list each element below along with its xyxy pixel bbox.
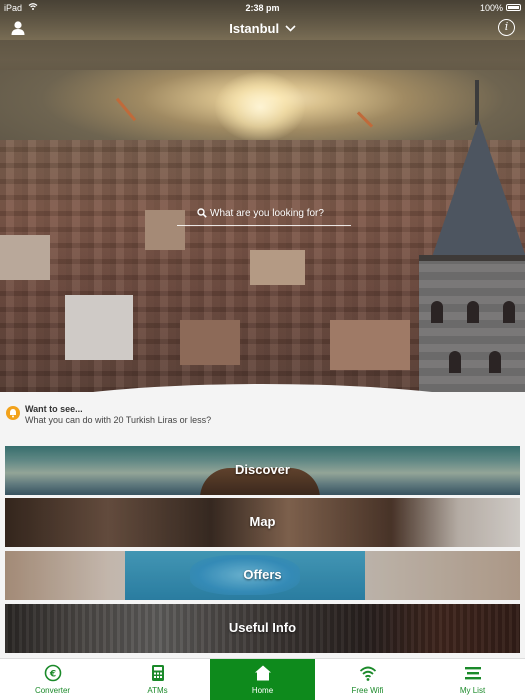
banner-title: Want to see... <box>25 404 83 414</box>
galata-tower <box>413 80 525 392</box>
hero-building <box>250 250 305 285</box>
useful-info-card[interactable]: Useful Info <box>5 604 520 653</box>
tab-label: ATMs <box>147 686 168 695</box>
hero-sun-glow <box>215 72 305 142</box>
hero-image <box>0 0 525 392</box>
list-icon <box>465 667 481 680</box>
search-placeholder: What are you looking for? <box>210 208 324 219</box>
status-bar: iPad 2:38 pm 100% <box>0 0 525 16</box>
tab-label: Converter <box>34 686 71 695</box>
top-bar: Istanbul i <box>0 18 525 40</box>
info-icon: i <box>504 20 509 33</box>
offers-card[interactable]: Offers <box>5 551 520 600</box>
tower-body <box>419 255 525 392</box>
status-time: 2:38 pm <box>245 3 280 13</box>
battery-icon <box>506 4 521 11</box>
tab-label: Free Wifi <box>351 686 384 695</box>
offers-label: Offers <box>243 567 282 582</box>
want-to-see-banner[interactable]: Want to see... What you can do with 20 T… <box>0 400 525 432</box>
calculator-icon <box>152 665 164 681</box>
bell-icon <box>6 406 20 420</box>
tower-spire <box>475 80 479 125</box>
tower-roof <box>431 120 525 260</box>
tower-window <box>467 301 479 323</box>
map-card[interactable]: Map <box>5 498 520 547</box>
tab-converter[interactable]: € Converter <box>0 659 105 700</box>
tower-window <box>449 351 461 373</box>
banner-subtitle: What you can do with 20 Turkish Liras or… <box>25 415 212 425</box>
discover-label: Discover <box>235 462 290 477</box>
hero-building <box>0 235 50 280</box>
discover-card[interactable]: Discover <box>5 446 520 495</box>
hero-building <box>330 320 410 370</box>
info-button[interactable]: i <box>498 19 515 36</box>
city-name: Istanbul <box>229 21 280 37</box>
hero-building <box>180 320 240 365</box>
svg-text:€: € <box>49 670 56 680</box>
tab-free-wifi[interactable]: Free Wifi <box>315 659 420 700</box>
bottom-tab-bar: € Converter ATMs Home Free Wifi My List <box>0 658 525 700</box>
tower-window <box>489 351 501 373</box>
euro-coin-icon: € <box>44 664 62 682</box>
useful-info-label: Useful Info <box>228 620 297 635</box>
map-label: Map <box>249 514 276 529</box>
tab-atms[interactable]: ATMs <box>105 659 210 700</box>
search-field[interactable]: What are you looking for? <box>177 204 351 226</box>
chevron-down-icon <box>285 25 296 32</box>
wifi-icon <box>359 666 377 681</box>
app-screen: iPad 2:38 pm 100% Istanbul i What are yo… <box>0 0 525 700</box>
hero-building <box>65 295 133 360</box>
tower-window <box>431 301 443 323</box>
search-icon <box>197 208 207 218</box>
tab-home[interactable]: Home <box>210 659 315 700</box>
city-selector[interactable]: Istanbul <box>0 20 525 36</box>
tab-my-list[interactable]: My List <box>420 659 525 700</box>
home-icon <box>255 665 271 681</box>
battery-percent: 100% <box>479 3 503 13</box>
tab-label: Home <box>251 686 274 695</box>
tower-window <box>503 301 515 323</box>
tab-label: My List <box>459 686 486 695</box>
